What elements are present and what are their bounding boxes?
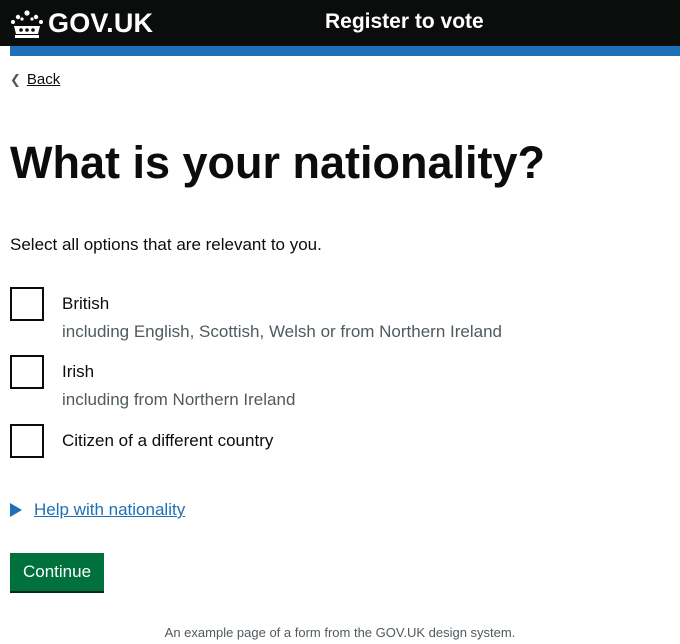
chevron-left-icon: ❮ — [10, 71, 21, 87]
back-link-label: Back — [26, 71, 61, 88]
site-header: GOV.UK Register to vote — [0, 0, 680, 46]
checkbox-box[interactable] — [10, 287, 44, 321]
header-blue-bar — [10, 46, 680, 56]
continue-button[interactable]: Continue — [10, 553, 104, 591]
checkbox-label[interactable]: British — [62, 294, 109, 314]
checkbox-hint: including English, Scottish, Welsh or fr… — [62, 322, 502, 341]
checkbox-label[interactable]: Irish — [62, 362, 94, 382]
question-hint: Select all options that are relevant to … — [10, 235, 322, 254]
help-details-toggle[interactable]: Help with nationality — [10, 500, 185, 520]
govuk-logo-link[interactable]: GOV.UK — [10, 8, 153, 39]
triangle-right-icon — [10, 503, 34, 517]
checkbox-hint: including from Northern Ireland — [62, 390, 296, 409]
checkbox-box[interactable] — [10, 355, 44, 389]
page-title: What is your nationality? — [10, 137, 546, 188]
service-name[interactable]: Register to vote — [325, 10, 484, 34]
help-details-summary[interactable]: Help with nationality — [34, 500, 185, 520]
back-link[interactable]: ❮ Back — [10, 71, 60, 88]
logo-text: GOV.UK — [48, 8, 154, 38]
footer-note: An example page of a form from the GOV.U… — [164, 625, 516, 640]
checkbox-box[interactable] — [10, 424, 44, 458]
crown-icon — [10, 9, 44, 39]
checkbox-label[interactable]: Citizen of a different country — [62, 431, 273, 451]
